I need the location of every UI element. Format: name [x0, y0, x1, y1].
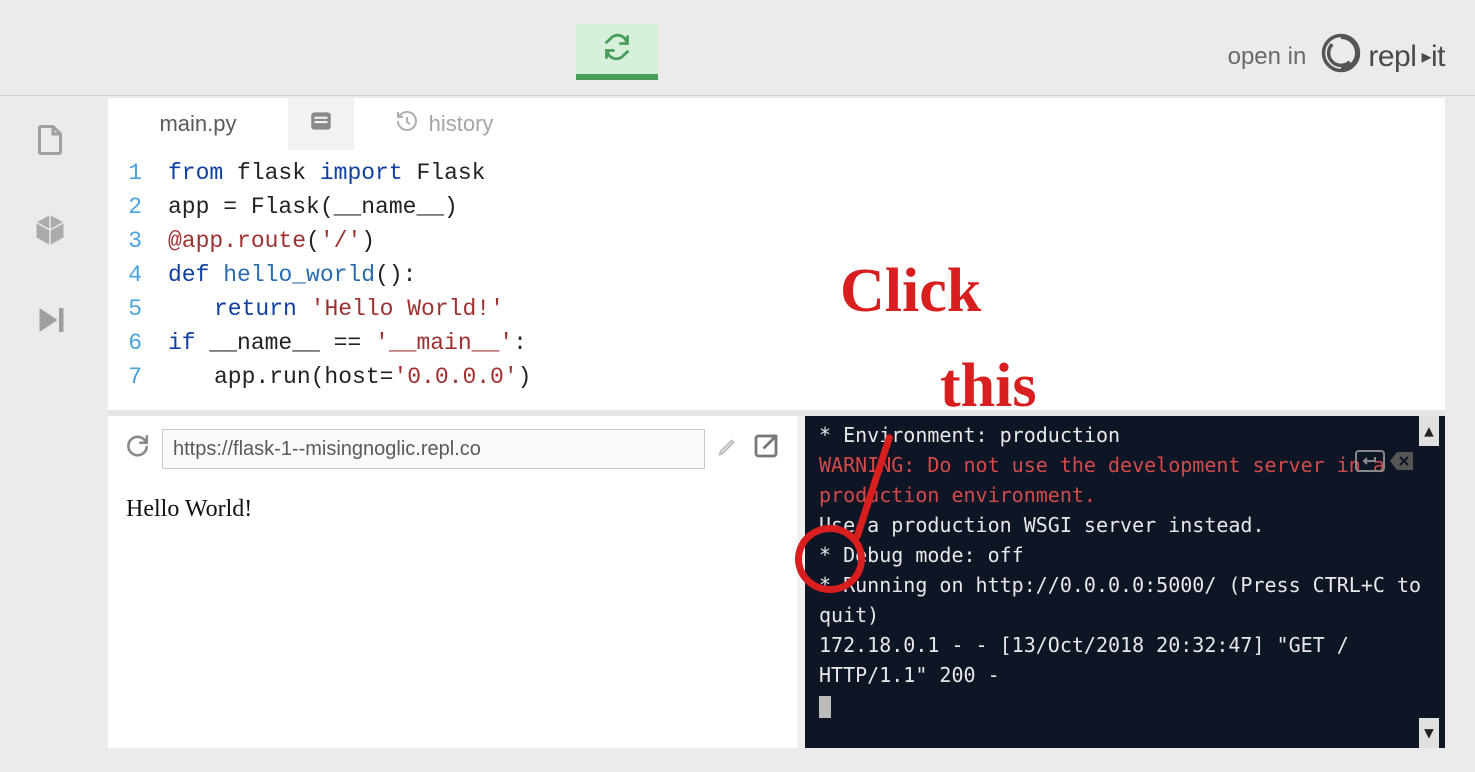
code-text: def hello_world():	[168, 258, 416, 292]
terminal-return-chip[interactable]	[1355, 450, 1415, 472]
code-text: if __name__ == '__main__':	[168, 326, 527, 360]
card-icon	[308, 108, 334, 140]
gutter-number: 6	[108, 326, 168, 360]
packages-icon[interactable]	[32, 212, 68, 248]
tab-card[interactable]	[288, 98, 354, 150]
code-line[interactable]: 1from flask import Flask	[108, 156, 1445, 190]
code-editor[interactable]: 1from flask import Flask2app = Flask(__n…	[108, 150, 1445, 404]
run-to-end-icon[interactable]	[32, 302, 68, 338]
history-icon	[395, 109, 419, 139]
open-external-icon[interactable]	[751, 431, 781, 467]
main-panel: main.py history 1from flask import Flask…	[108, 98, 1445, 748]
terminal-line: 172.18.0.1 - - [13/Oct/2018 20:32:47] "G…	[819, 630, 1435, 690]
open-in-replit[interactable]: open in repl ▸it	[1228, 32, 1445, 81]
terminal-cursor	[819, 696, 831, 718]
files-icon[interactable]	[32, 122, 68, 158]
tab-history[interactable]: history	[354, 98, 534, 150]
code-line[interactable]: 5return 'Hello World!'	[108, 292, 1445, 326]
address-bar	[108, 416, 797, 482]
code-line[interactable]: 3@app.route('/')	[108, 224, 1445, 258]
top-bar: open in repl ▸it	[0, 0, 1475, 96]
terminal-line: * Environment: production	[819, 420, 1435, 450]
gutter-number: 1	[108, 156, 168, 190]
code-line[interactable]: 7app.run(host='0.0.0.0')	[108, 360, 1445, 394]
left-rail	[0, 98, 100, 772]
refresh-icon	[603, 33, 631, 66]
terminal[interactable]: ▲▼ * Environment: production WARNING: Do…	[805, 416, 1445, 748]
preview-text: Hello World!	[126, 496, 252, 522]
preview-pane: Hello World!	[108, 416, 797, 748]
open-in-label: open in	[1228, 43, 1307, 71]
gutter-number: 3	[108, 224, 168, 258]
code-text: return 'Hello World!'	[168, 292, 504, 326]
gutter-number: 4	[108, 258, 168, 292]
reload-icon[interactable]	[124, 433, 150, 465]
brand-text: repl ▸it	[1368, 40, 1445, 74]
code-line[interactable]: 2app = Flask(__name__)	[108, 190, 1445, 224]
tab-file[interactable]: main.py	[108, 98, 288, 150]
tab-history-label: history	[429, 111, 494, 137]
terminal-line: Use a production WSGI server instead.	[819, 510, 1435, 540]
lower-panel: Hello World! ▲▼ * Environment: productio…	[108, 410, 1445, 748]
terminal-line: WARNING: Do not use the development serv…	[819, 450, 1435, 510]
url-input[interactable]	[162, 429, 705, 469]
replit-logo-icon	[1320, 32, 1362, 81]
gutter-number: 7	[108, 360, 168, 394]
editor-tabs: main.py history	[108, 98, 1445, 150]
code-line[interactable]: 6if __name__ == '__main__':	[108, 326, 1445, 360]
terminal-line: * Running on http://0.0.0.0:5000/ (Press…	[819, 570, 1435, 630]
edit-url-icon[interactable]	[717, 435, 739, 463]
code-text: app = Flask(__name__)	[168, 190, 458, 224]
run-button[interactable]	[576, 24, 658, 80]
code-text: app.run(host='0.0.0.0')	[168, 360, 531, 394]
terminal-line: * Debug mode: off	[819, 540, 1435, 570]
gutter-number: 2	[108, 190, 168, 224]
code-text: @app.route('/')	[168, 224, 375, 258]
code-line[interactable]: 4def hello_world():	[108, 258, 1445, 292]
preview-body: Hello World!	[108, 482, 797, 748]
code-text: from flask import Flask	[168, 156, 486, 190]
gutter-number: 5	[108, 292, 168, 326]
tab-file-label: main.py	[159, 111, 236, 137]
splitter-handle[interactable]	[797, 416, 805, 748]
